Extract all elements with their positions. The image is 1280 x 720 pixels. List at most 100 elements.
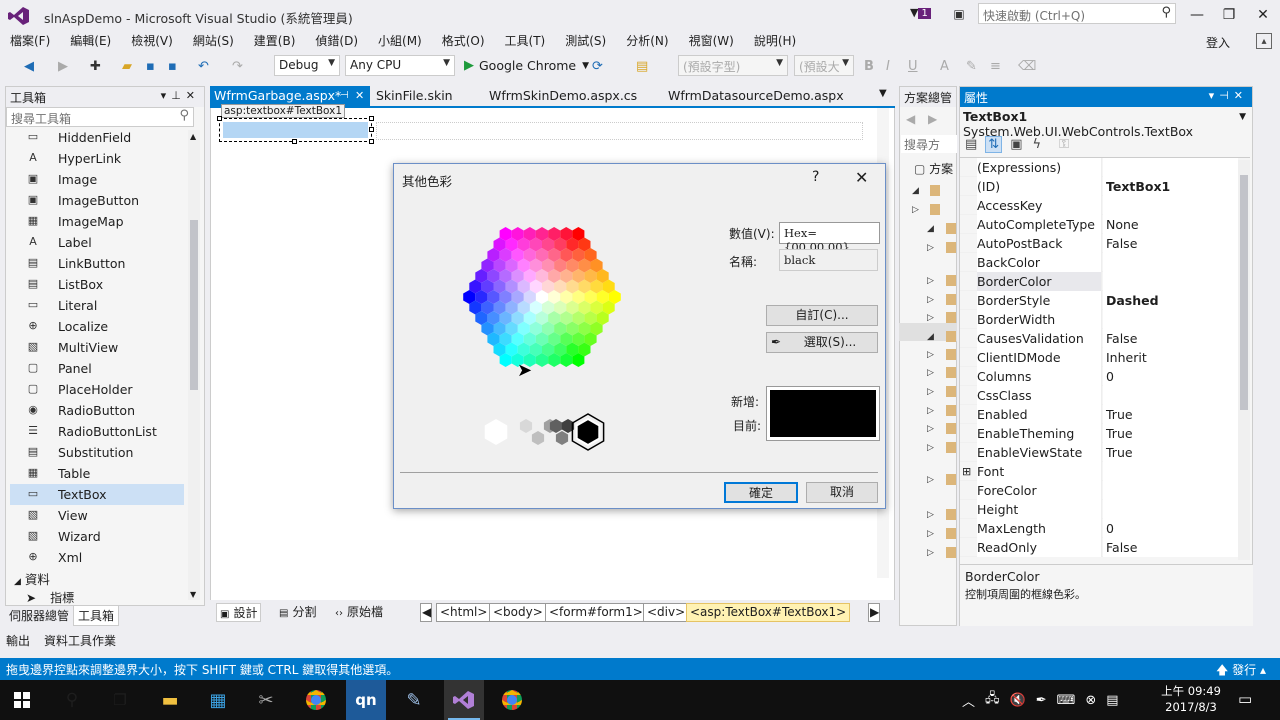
toolbox-item-radiobutton[interactable]: ◉ RadioButton xyxy=(10,400,184,421)
menu-edit[interactable]: 編輯(E) xyxy=(60,30,121,52)
property-row[interactable]: AutoCompleteType None xyxy=(960,215,1238,234)
toolbox-item-table[interactable]: ▦ Table xyxy=(10,463,184,484)
events-icon[interactable]: ϟ xyxy=(1031,137,1044,152)
tab-overflow-icon[interactable]: ▼ xyxy=(879,88,887,99)
property-row[interactable]: BackColor xyxy=(960,253,1238,272)
quick-launch-input[interactable]: 快速啟動 (Ctrl+Q) ⚲ xyxy=(978,3,1176,24)
back-icon[interactable]: ◀ xyxy=(906,112,915,126)
scroll-down-icon[interactable]: ▼ xyxy=(190,590,196,599)
tab-wfrmskindemo[interactable]: WfrmSkinDemo.aspx.cs xyxy=(485,86,641,106)
tree-expander-icon[interactable]: ◢ xyxy=(912,186,919,196)
solution-root-node[interactable]: ▢ 方案 xyxy=(914,160,957,178)
color-hexagon-picker[interactable] xyxy=(440,210,645,390)
property-value[interactable] xyxy=(1103,462,1238,481)
grayscale-picker[interactable] xyxy=(478,412,610,452)
eyedropper-button[interactable]: ✒ 選取(S)... xyxy=(766,332,878,353)
toolbox-item-imagebutton[interactable]: ▣ ImageButton xyxy=(10,190,184,211)
menu-format[interactable]: 格式(O) xyxy=(432,30,495,52)
menu-help[interactable]: 說明(H) xyxy=(744,30,806,52)
textbox1-control[interactable] xyxy=(217,116,374,144)
tab-toolbox[interactable]: 工具箱 xyxy=(73,604,120,626)
property-row[interactable]: MaxLength 0 xyxy=(960,519,1238,538)
back-icon[interactable]: ◀ xyxy=(24,55,34,77)
property-row[interactable]: BorderColor xyxy=(960,272,1238,291)
property-value[interactable]: 0 xyxy=(1103,519,1238,538)
keyboard-icon[interactable]: ⌨ xyxy=(1057,693,1076,708)
property-row[interactable]: EnableTheming True xyxy=(960,424,1238,443)
store-icon[interactable]: ▦ xyxy=(198,680,238,720)
undo-icon[interactable]: ↶ xyxy=(198,55,209,77)
tree-expander-icon[interactable]: ▷ xyxy=(927,350,934,360)
property-row[interactable]: AutoPostBack False xyxy=(960,234,1238,253)
resize-handle[interactable] xyxy=(369,116,374,121)
tree-expander-icon[interactable]: ▷ xyxy=(927,276,934,286)
toolbox-item-image[interactable]: ▣ Image xyxy=(10,169,184,190)
platform-select[interactable]: Any CPU ▼ xyxy=(345,55,455,76)
property-value[interactable]: None xyxy=(1103,215,1238,234)
property-value[interactable]: True xyxy=(1103,443,1238,462)
property-value[interactable] xyxy=(1103,253,1238,272)
ok-button[interactable]: 確定 xyxy=(724,482,798,503)
toolbox-item-linkbutton[interactable]: ▤ LinkButton xyxy=(10,253,184,274)
property-row[interactable]: BorderWidth xyxy=(960,310,1238,329)
menu-file[interactable]: 檔案(F) xyxy=(0,30,60,52)
minimize-button[interactable]: — xyxy=(1180,0,1214,30)
notification-flag[interactable]: ▼ 1 xyxy=(910,6,936,24)
property-value[interactable] xyxy=(1103,158,1238,177)
view-split-button[interactable]: ▤ 分割 xyxy=(276,603,319,622)
property-value[interactable]: False xyxy=(1103,329,1238,348)
dialog-close-button[interactable]: ✕ xyxy=(855,168,868,187)
sign-in-link[interactable]: 登入 xyxy=(1206,34,1230,51)
tab-data-tools[interactable]: 資料工具作業 xyxy=(44,632,116,649)
toolbox-item-multiview[interactable]: ▧ MultiView xyxy=(10,337,184,358)
open-file-icon[interactable]: ▰ xyxy=(122,55,132,77)
menu-website[interactable]: 網站(S) xyxy=(183,30,244,52)
toolbox-item-imagemap[interactable]: ▦ ImageMap xyxy=(10,211,184,232)
property-row[interactable]: EnableViewState True xyxy=(960,443,1238,462)
alphabetical-icon[interactable]: ⇅ xyxy=(985,135,1003,153)
tab-wfrmdatasourcedemo[interactable]: WfrmDatasourceDemo.aspx xyxy=(664,86,848,106)
tree-expander-icon[interactable]: ▷ xyxy=(927,313,934,323)
toolbox-scroll-thumb[interactable] xyxy=(190,220,198,390)
task-view-icon[interactable]: ❐ xyxy=(100,680,140,720)
menu-view[interactable]: 檢視(V) xyxy=(121,30,183,52)
align-icon[interactable]: ≡ xyxy=(990,55,1001,77)
property-value[interactable] xyxy=(1103,481,1238,500)
tree-expander-icon[interactable]: ▷ xyxy=(927,548,934,558)
redo-icon[interactable]: ↷ xyxy=(232,55,243,77)
forward-icon[interactable]: ▶ xyxy=(58,55,68,77)
property-value[interactable]: False xyxy=(1103,234,1238,253)
chrome-icon[interactable] xyxy=(492,680,532,720)
feedback-icon[interactable]: ▣ xyxy=(950,6,968,22)
save-all-icon[interactable]: ▪ xyxy=(168,55,177,77)
property-row[interactable]: Columns 0 xyxy=(960,367,1238,386)
cancel-button[interactable]: 取消 xyxy=(806,482,878,503)
toolbox-item-view[interactable]: ▧ View xyxy=(10,505,184,526)
toolbox-item-radiobuttonlist[interactable]: ☰ RadioButtonList xyxy=(10,421,184,442)
refresh-icon[interactable]: ⟳ xyxy=(592,55,603,77)
forward-icon[interactable]: ▶ xyxy=(928,112,937,126)
new-project-icon[interactable]: ✚ xyxy=(90,55,101,77)
toolbox-item-literal[interactable]: ▭ Literal xyxy=(10,295,184,316)
highlight-icon[interactable]: ✎ xyxy=(966,55,977,77)
italic-icon[interactable]: I xyxy=(886,55,890,77)
property-row[interactable]: AccessKey xyxy=(960,196,1238,215)
property-value[interactable]: True xyxy=(1103,424,1238,443)
custom-color-button[interactable]: 自訂(C)... xyxy=(766,305,878,326)
start-debugging-button[interactable]: ▶ Google Chrome ▼ xyxy=(464,55,589,76)
tree-expander-icon[interactable]: ▷ xyxy=(927,443,934,453)
resize-handle[interactable] xyxy=(369,127,374,132)
properties-icon[interactable]: ▣ xyxy=(1008,137,1024,152)
property-row[interactable]: Enabled True xyxy=(960,405,1238,424)
property-value[interactable]: Dashed xyxy=(1103,291,1238,310)
property-row[interactable]: ForeColor xyxy=(960,481,1238,500)
breadcrumb-body[interactable]: <body> xyxy=(489,603,547,622)
close-tab-icon[interactable]: ✕ xyxy=(355,86,364,106)
tree-expander-icon[interactable]: ◢ xyxy=(927,224,934,234)
property-row[interactable]: ⊞ Font xyxy=(960,462,1238,481)
scroll-up-icon[interactable]: ▲ xyxy=(190,132,196,141)
blocked-icon[interactable]: ⊗ xyxy=(1085,693,1096,708)
crumb-scroll-right-icon[interactable]: ▶ xyxy=(868,603,880,622)
toolbox-item-xml[interactable]: ⊕ Xml xyxy=(10,547,184,568)
pen-icon[interactable]: ✒ xyxy=(1036,693,1047,708)
